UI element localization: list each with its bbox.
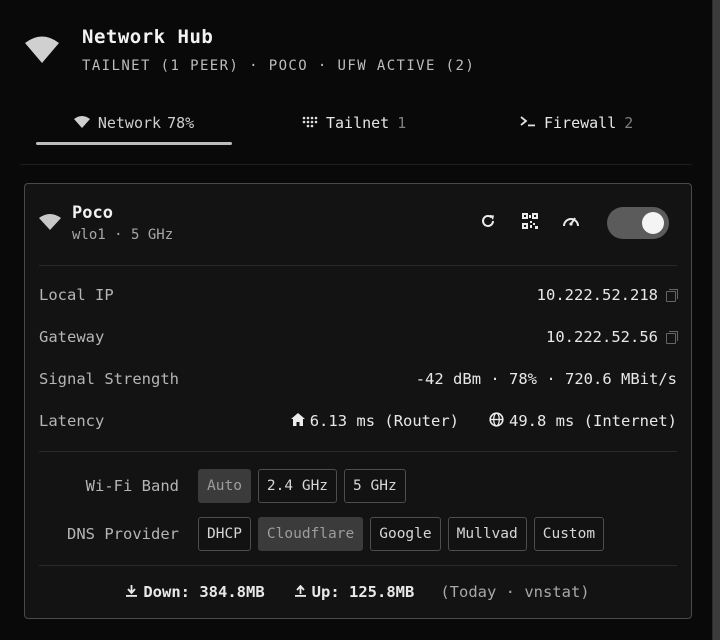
connection-card: Poco wlo1 · 5 GHz Local IP 10.222.52.218… <box>24 183 692 619</box>
band-option-5ghz[interactable]: 5 GHz <box>344 469 406 503</box>
download-usage: Down: 384.8MB <box>143 583 265 601</box>
row-label: Gateway <box>39 328 105 346</box>
info-row-signal: Signal Strength -42 dBm · 78% · 720.6 MB… <box>39 367 677 391</box>
copy-icon[interactable] <box>666 289 678 302</box>
speedtest-button[interactable] <box>560 212 582 234</box>
divider <box>39 265 677 266</box>
wifi-icon <box>73 114 90 132</box>
dns-provider-label: DNS Provider <box>67 525 179 543</box>
tab-count: 2 <box>624 114 634 132</box>
page-title: Network Hub <box>82 26 214 48</box>
toggle-knob <box>642 212 664 234</box>
wifi-band-label: Wi-Fi Band <box>85 477 179 495</box>
grid-dots-icon <box>302 114 318 132</box>
tab-bar: Network 78% Tailnet 1 Firewall 2 <box>20 100 692 165</box>
qr-code-button[interactable] <box>519 212 541 234</box>
router-latency: 6.13 ms (Router) <box>309 412 460 430</box>
usage-source-note: (Today · vnstat) <box>440 583 590 601</box>
data-usage-footer: Down: 384.8MB Up: 125.8MB (Today · vnsta… <box>25 582 691 602</box>
network-hub-window: Network Hub TAILNET (1 PEER) · POCO · UF… <box>0 0 713 640</box>
divider <box>39 565 677 566</box>
dns-option-dhcp[interactable]: DHCP <box>198 517 251 551</box>
upload-icon <box>294 583 306 601</box>
dns-option-google[interactable]: Google <box>370 517 441 551</box>
info-row-gateway: Gateway 10.222.52.56 <box>39 325 678 349</box>
status-summary: TAILNET (1 PEER) · POCO · UFW ACTIVE (2) <box>82 58 476 74</box>
tab-label: Tailnet <box>326 114 390 132</box>
copy-icon[interactable] <box>666 331 678 344</box>
wifi-icon <box>39 214 61 234</box>
band-option-auto[interactable]: Auto <box>198 469 251 503</box>
speedometer-icon <box>562 213 580 233</box>
dns-option-custom[interactable]: Custom <box>533 517 605 551</box>
terminal-prompt-icon <box>520 114 536 132</box>
tab-label: Firewall <box>544 114 617 132</box>
download-icon <box>126 583 138 601</box>
tab-network[interactable]: Network 78% <box>36 100 232 146</box>
refresh-button[interactable] <box>477 212 499 234</box>
wifi-band-selector: Wi-Fi Band Auto 2.4 GHz 5 GHz <box>39 468 406 504</box>
wifi-toggle[interactable] <box>607 207 669 239</box>
band-option-2-4ghz[interactable]: 2.4 GHz <box>257 469 338 503</box>
row-label: Latency <box>39 412 105 430</box>
dns-option-mullvad[interactable]: Mullvad <box>447 517 527 551</box>
row-label: Signal Strength <box>39 370 179 388</box>
internet-latency: 49.8 ms (Internet) <box>509 412 677 430</box>
qr-code-icon <box>522 213 538 233</box>
network-name: Poco <box>72 203 113 223</box>
tab-tailnet[interactable]: Tailnet 1 <box>302 100 406 146</box>
divider <box>39 451 677 452</box>
wifi-icon <box>24 36 60 68</box>
local-ip-value[interactable]: 10.222.52.218 <box>537 286 658 304</box>
info-row-latency: Latency 6.13 ms (Router) 49.8 ms (Intern… <box>39 409 677 433</box>
row-label: Local IP <box>39 286 114 304</box>
home-icon <box>290 412 305 430</box>
header: Network Hub TAILNET (1 PEER) · POCO · UF… <box>24 26 692 86</box>
signal-value: -42 dBm · 78% · 720.6 MBit/s <box>415 370 677 388</box>
tab-firewall[interactable]: Firewall 2 <box>520 100 633 146</box>
tab-label: Network <box>97 114 162 132</box>
refresh-icon <box>480 213 496 233</box>
gateway-value[interactable]: 10.222.52.56 <box>546 328 658 346</box>
dns-option-cloudflare[interactable]: Cloudflare <box>257 517 364 551</box>
dns-provider-selector: DNS Provider DHCP Cloudflare Google Mull… <box>39 516 605 552</box>
interface-info: wlo1 · 5 GHz <box>72 227 174 243</box>
active-tab-indicator <box>36 142 232 145</box>
globe-icon <box>489 411 504 431</box>
upload-usage: Up: 125.8MB <box>311 583 415 601</box>
tab-count: 1 <box>397 114 407 132</box>
info-row-local-ip: Local IP 10.222.52.218 <box>39 283 678 307</box>
tab-count: 78% <box>167 114 195 132</box>
